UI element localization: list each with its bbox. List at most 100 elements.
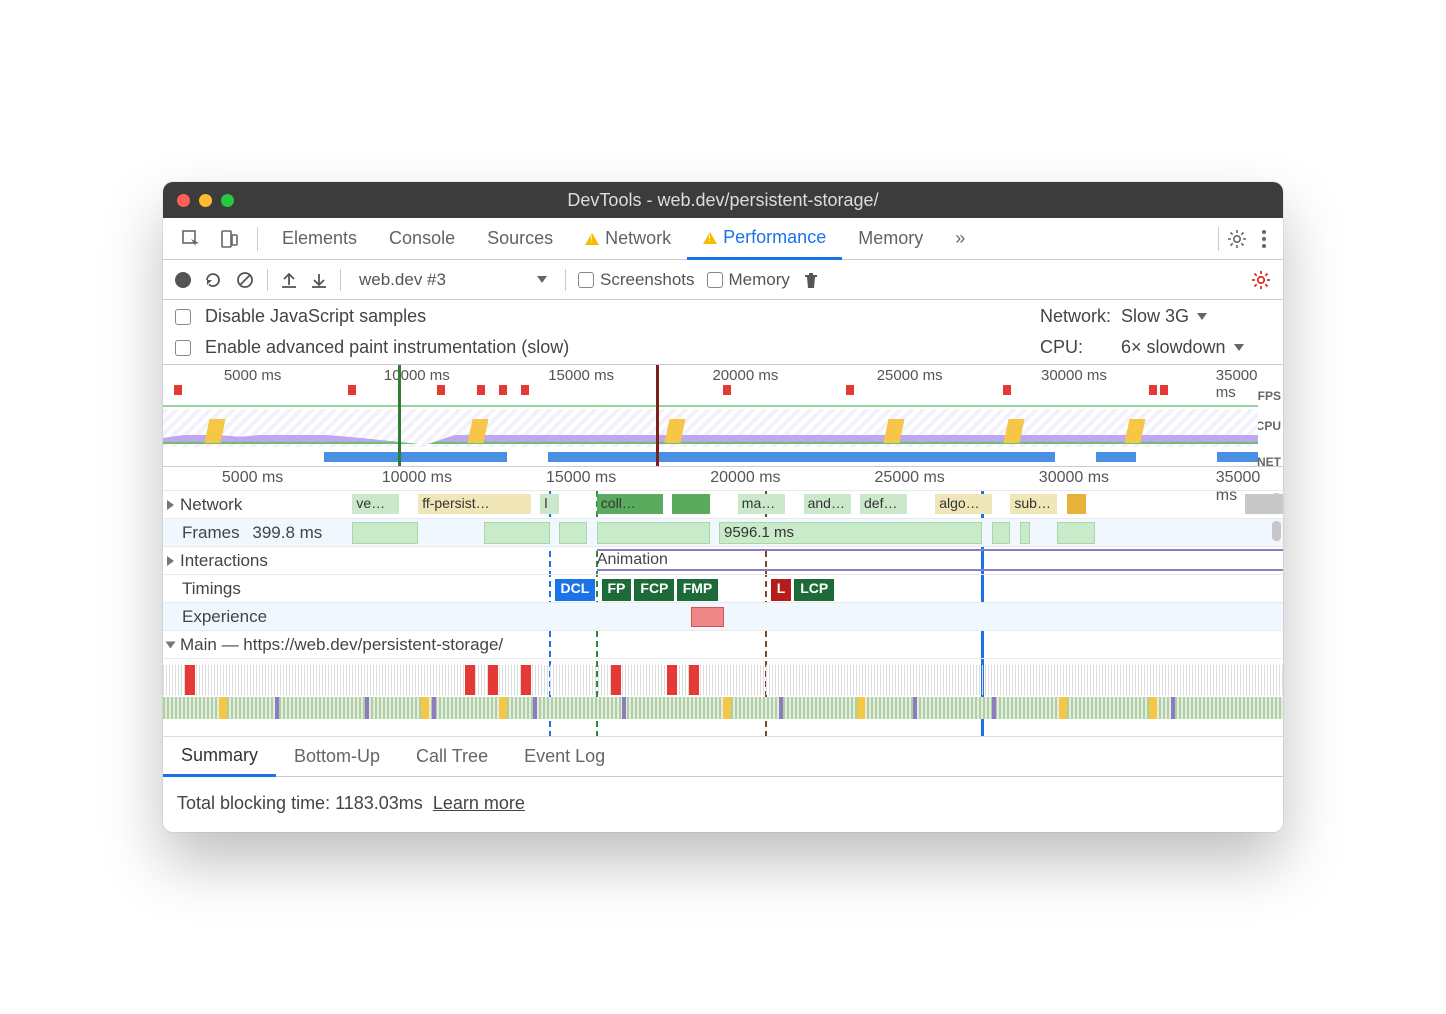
panel-tab-network[interactable]: Network — [569, 218, 687, 259]
frame-block[interactable] — [992, 522, 1011, 544]
window-traffic-lights — [177, 194, 234, 207]
frame-block[interactable] — [597, 522, 710, 544]
record-button[interactable] — [175, 272, 191, 288]
network-request-block[interactable] — [672, 494, 710, 514]
overview-selection-right-handle[interactable] — [656, 365, 659, 466]
cpu-throttle-select[interactable]: 6× slowdown — [1121, 337, 1271, 358]
overflow-tabs-button[interactable]: » — [939, 218, 981, 259]
long-task-marker — [1160, 385, 1168, 395]
more-menu-icon[interactable] — [1261, 229, 1267, 249]
lane-timings[interactable]: Timings DCLFPFCPFMPLLCP — [163, 575, 1283, 603]
settings-gear-icon[interactable] — [1227, 229, 1247, 249]
frame-block[interactable] — [352, 522, 418, 544]
tbt-prefix: Total blocking time: — [177, 793, 335, 813]
lane-frames[interactable]: Frames.399.8 ms 9596.1 ms — [163, 519, 1283, 547]
lane-experience[interactable]: Experience — [163, 603, 1283, 631]
frame-block[interactable] — [1057, 522, 1095, 544]
summary-panel: Total blocking time: 1183.03ms Learn mor… — [163, 777, 1283, 832]
panel-tab-memory[interactable]: Memory — [842, 218, 939, 259]
capture-settings-gear-icon[interactable] — [1251, 270, 1271, 290]
divider — [565, 269, 566, 291]
disable-js-samples-label: Disable JavaScript samples — [205, 306, 426, 327]
frames-inline-value: 399.8 ms — [252, 523, 322, 543]
clear-icon[interactable] — [235, 270, 255, 290]
timing-badge-dcl[interactable]: DCL — [555, 579, 596, 601]
network-request-block[interactable]: and… — [804, 494, 851, 514]
frame-block[interactable] — [484, 522, 550, 544]
network-throttle-label: Network: — [1040, 306, 1121, 327]
tbt-value: 1183.03ms — [335, 793, 423, 813]
panel-tab-performance[interactable]: Performance — [687, 219, 842, 260]
details-tab-summary[interactable]: Summary — [163, 738, 276, 777]
timing-badge-fmp[interactable]: FMP — [677, 579, 719, 601]
checkbox-icon[interactable] — [175, 309, 191, 325]
device-toggle-icon[interactable] — [211, 223, 247, 255]
cpu-overview — [163, 409, 1258, 447]
timing-badge-fp[interactable]: FP — [602, 579, 632, 601]
checkbox-icon[interactable] — [175, 340, 191, 356]
details-tab-event-log[interactable]: Event Log — [506, 737, 623, 776]
collapse-triangle-icon[interactable] — [166, 641, 176, 648]
screenshots-toggle[interactable]: Screenshots — [578, 270, 695, 290]
network-request-block[interactable]: sub… — [1010, 494, 1057, 514]
network-throttle-select[interactable]: Slow 3G — [1121, 306, 1271, 327]
memory-toggle[interactable]: Memory — [707, 270, 790, 290]
main-flame-chart[interactable] — [163, 659, 1283, 737]
frame-block[interactable] — [559, 522, 587, 544]
lane-network[interactable]: Network ve…ff-persist…lcoll…ma…and…def…a… — [163, 491, 1283, 519]
overview-selection-left-handle[interactable] — [398, 365, 401, 466]
flame-lanes[interactable]: Network ve…ff-persist…lcoll…ma…and…def…a… — [163, 491, 1283, 737]
network-request-block[interactable]: l — [540, 494, 559, 514]
titlebar[interactable]: DevTools - web.dev/persistent-storage/ — [163, 182, 1283, 218]
screenshots-label: Screenshots — [600, 270, 695, 289]
close-window-button[interactable] — [177, 194, 190, 207]
save-profile-icon[interactable] — [310, 270, 328, 290]
details-tab-call-tree[interactable]: Call Tree — [398, 737, 506, 776]
memory-label: Memory — [729, 270, 790, 289]
expand-triangle-icon[interactable] — [167, 500, 174, 510]
details-tab-bottom-up[interactable]: Bottom-Up — [276, 737, 398, 776]
lane-interactions[interactable]: Interactions Animation — [163, 547, 1283, 575]
collect-garbage-icon[interactable] — [802, 270, 820, 290]
capture-options: Disable JavaScript samples Network: Slow… — [163, 300, 1283, 365]
panel-tab-sources[interactable]: Sources — [471, 218, 569, 259]
timing-badge-fcp[interactable]: FCP — [634, 579, 674, 601]
timeline-overview[interactable]: 5000 ms10000 ms15000 ms20000 ms25000 ms3… — [163, 365, 1283, 467]
learn-more-link[interactable]: Learn more — [433, 793, 525, 813]
scrollbar-thumb[interactable] — [1272, 521, 1281, 541]
layout-shift-block[interactable] — [691, 607, 724, 627]
dropdown-triangle-icon — [1234, 344, 1244, 351]
devtools-window: DevTools - web.dev/persistent-storage/ E… — [163, 182, 1283, 832]
timing-badge-l[interactable]: L — [771, 579, 792, 601]
reload-record-icon[interactable] — [203, 270, 223, 290]
animation-label: Animation — [597, 551, 668, 569]
lane-main-header[interactable]: Main — https://web.dev/persistent-storag… — [163, 631, 1283, 659]
long-task-marker — [437, 385, 445, 395]
network-request-block[interactable]: algo… — [935, 494, 991, 514]
network-request-block[interactable]: ve… — [352, 494, 399, 514]
maximize-window-button[interactable] — [221, 194, 234, 207]
minimize-window-button[interactable] — [199, 194, 212, 207]
recording-select[interactable]: web.dev #3 — [353, 268, 553, 292]
network-request-block[interactable]: ff-persist… — [418, 494, 531, 514]
frame-block[interactable] — [1020, 522, 1030, 544]
timing-badge-lcp[interactable]: LCP — [794, 579, 834, 601]
network-request-block[interactable]: def… — [860, 494, 907, 514]
panel-tab-console[interactable]: Console — [373, 218, 471, 259]
checkbox-icon — [707, 272, 723, 288]
long-task-marker — [174, 385, 182, 395]
window-title: DevTools - web.dev/persistent-storage/ — [163, 190, 1283, 211]
panel-tab-elements[interactable]: Elements — [266, 218, 373, 259]
net-overview — [243, 452, 1258, 462]
expand-triangle-icon[interactable] — [167, 556, 174, 566]
network-request-block[interactable]: coll… — [597, 494, 663, 514]
load-profile-icon[interactable] — [280, 270, 298, 290]
network-request-block[interactable] — [1067, 494, 1086, 514]
lane-label: Main — https://web.dev/persistent-storag… — [180, 635, 503, 655]
frame-block[interactable]: 9596.1 ms — [719, 522, 982, 544]
fps-line — [163, 405, 1258, 407]
inspect-element-icon[interactable] — [173, 223, 209, 255]
network-request-block[interactable]: ma… — [738, 494, 785, 514]
lane-label: Experience — [182, 607, 267, 627]
scrollbar-thumb[interactable] — [1272, 493, 1281, 513]
